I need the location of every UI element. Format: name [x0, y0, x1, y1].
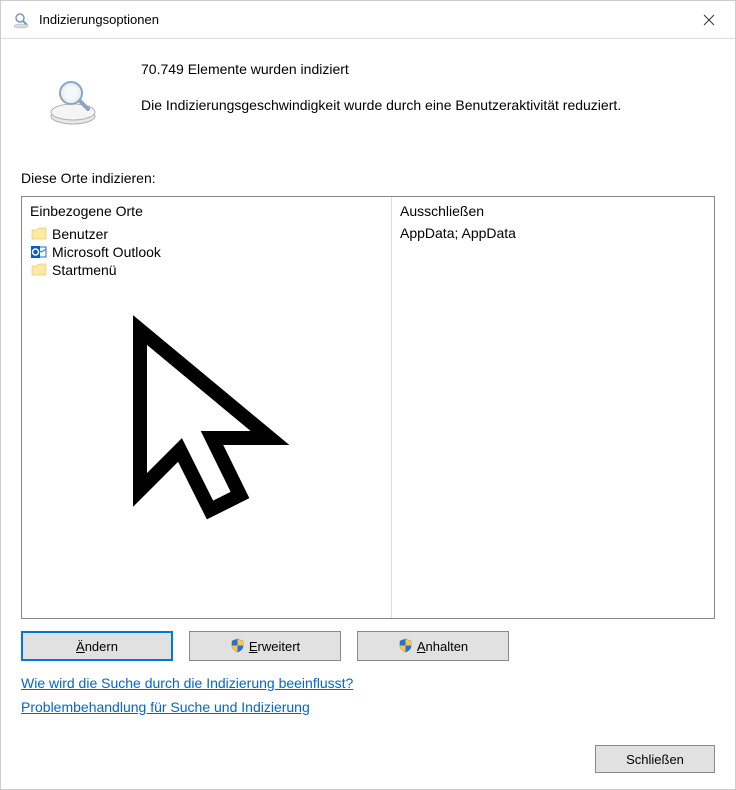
item-label: Benutzer — [52, 226, 108, 242]
pause-button[interactable]: Anhalten — [357, 631, 509, 661]
help-link-troubleshoot[interactable]: Problembehandlung für Suche und Indizier… — [21, 699, 715, 715]
folder-icon — [30, 226, 48, 242]
close-button[interactable]: Schließen — [595, 745, 715, 773]
status-header: 70.749 Elemente wurden indiziert Die Ind… — [1, 39, 735, 150]
shield-icon — [230, 638, 246, 654]
list-item[interactable]: Startmenü — [30, 261, 383, 279]
list-item[interactable]: Benutzer — [30, 225, 383, 243]
item-label: Startmenü — [52, 262, 117, 278]
included-column: Einbezogene Orte Benutzer — [22, 197, 392, 618]
drive-search-icon — [46, 75, 101, 130]
shield-icon — [398, 638, 414, 654]
indexing-options-window: Indizierungsoptionen 70.749 Elemente wur… — [0, 0, 736, 790]
window-title: Indizierungsoptionen — [39, 12, 683, 27]
excluded-header: Ausschließen — [400, 203, 706, 219]
exclude-value: AppData; AppData — [400, 225, 706, 241]
close-icon[interactable] — [683, 1, 735, 39]
help-links: Wie wird die Suche durch die Indizierung… — [21, 675, 715, 723]
status-text: 70.749 Elemente wurden indiziert Die Ind… — [141, 59, 705, 113]
main-content: Diese Orte indizieren: Einbezogene Orte … — [1, 150, 735, 733]
included-header: Einbezogene Orte — [30, 203, 383, 219]
indexed-status: Die Indizierungsgeschwindigkeit wurde du… — [141, 97, 705, 113]
button-row: Ändern Erweitert — [21, 631, 715, 661]
titlebar: Indizierungsoptionen — [1, 1, 735, 39]
list-item[interactable]: Microsoft Outlook — [30, 243, 383, 261]
advanced-button[interactable]: Erweitert — [189, 631, 341, 661]
help-link-how[interactable]: Wie wird die Suche durch die Indizierung… — [21, 675, 715, 691]
indexed-count: 70.749 Elemente wurden indiziert — [141, 61, 705, 77]
outlook-icon — [30, 244, 48, 260]
indexing-icon — [11, 10, 31, 30]
modify-button[interactable]: Ändern — [21, 631, 173, 661]
locations-label: Diese Orte indizieren: — [21, 170, 715, 186]
folder-icon — [30, 262, 48, 278]
locations-table: Einbezogene Orte Benutzer — [21, 196, 715, 619]
footer: Schließen — [1, 733, 735, 789]
item-label: Microsoft Outlook — [52, 244, 161, 260]
excluded-column: Ausschließen AppData; AppData — [392, 197, 714, 618]
